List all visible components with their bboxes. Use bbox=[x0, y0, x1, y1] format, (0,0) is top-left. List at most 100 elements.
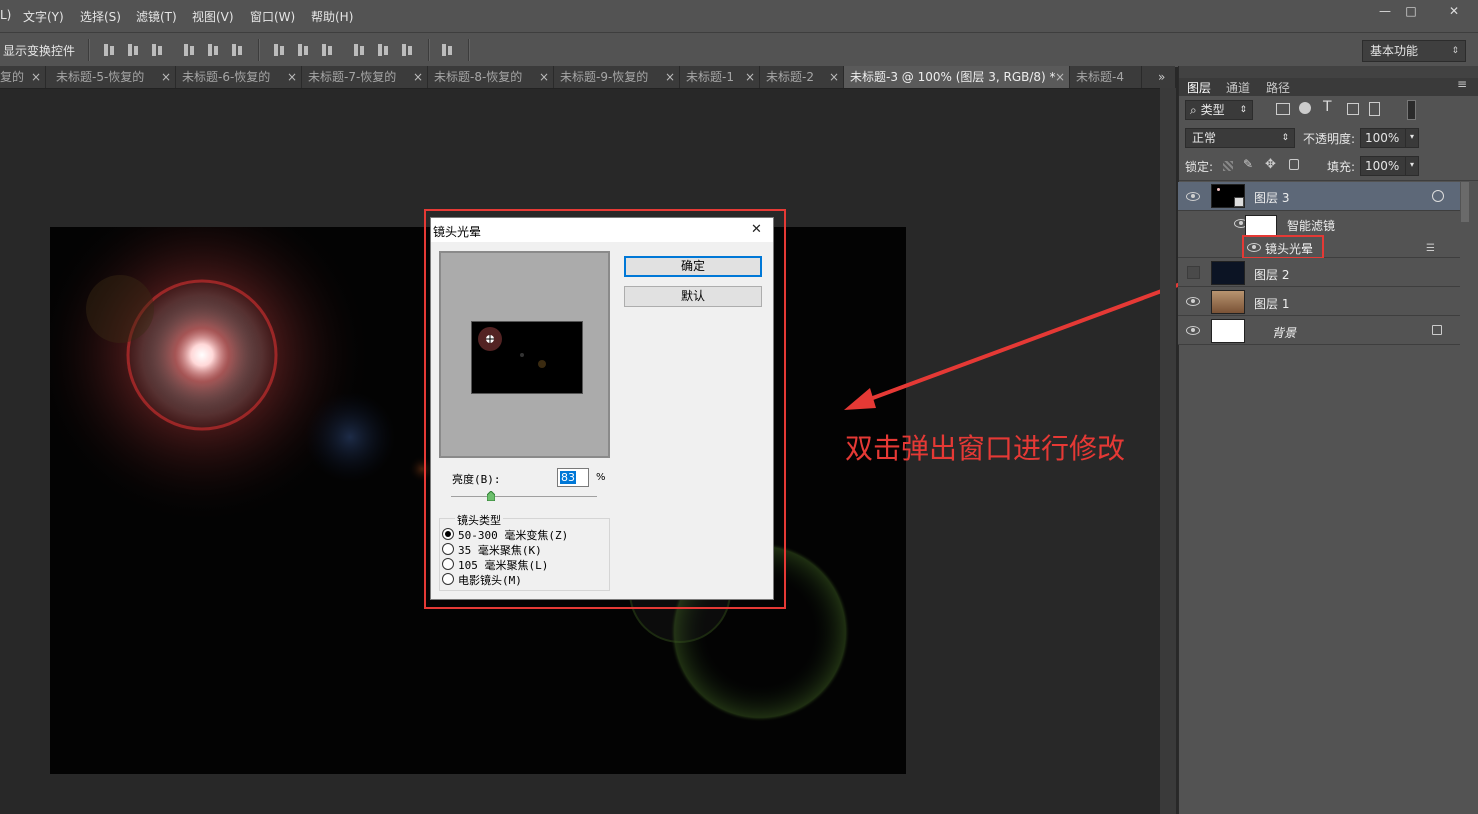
tab-close-icon[interactable]: × bbox=[1055, 66, 1065, 88]
minimize-button[interactable]: — bbox=[1372, 2, 1398, 20]
ok-button[interactable]: 确定 bbox=[624, 256, 762, 277]
tab-layers[interactable]: 图层 bbox=[1187, 79, 1211, 96]
show-transform-controls-label[interactable]: 显示变换控件 bbox=[3, 42, 75, 59]
smart-filters-row[interactable]: 智能滤镜 bbox=[1178, 211, 1460, 237]
lens-option-105-label[interactable]: 105 毫米聚焦(L) bbox=[458, 557, 548, 573]
menu-item-text[interactable]: 文字(Y) bbox=[23, 8, 64, 25]
tab-doc[interactable]: 未标题-2 × bbox=[760, 66, 844, 88]
lock-pixels-icon[interactable]: ✎ bbox=[1243, 157, 1253, 171]
tab-close-icon[interactable]: × bbox=[829, 66, 839, 88]
lock-transparent-icon[interactable] bbox=[1223, 161, 1233, 171]
brightness-input[interactable]: 83 bbox=[557, 468, 589, 487]
close-icon[interactable]: ✕ bbox=[751, 222, 762, 237]
align-bottom-icon[interactable] bbox=[150, 43, 164, 57]
layer-name[interactable]: 图层 2 bbox=[1254, 266, 1289, 283]
tab-doc[interactable]: 未标题-9-恢复的 × bbox=[554, 66, 680, 88]
menu-item-window[interactable]: 窗口(W) bbox=[250, 8, 295, 25]
tab-close-icon[interactable]: × bbox=[413, 66, 423, 88]
menu-item-select[interactable]: 选择(S) bbox=[80, 8, 121, 25]
lens-flare-filter-name[interactable]: 镜头光晕 bbox=[1265, 240, 1313, 257]
layer-name[interactable]: 图层 1 bbox=[1254, 295, 1289, 312]
blending-options-icon[interactable]: ☰ bbox=[1426, 243, 1435, 254]
layer-name[interactable]: 图层 3 bbox=[1254, 189, 1289, 206]
preview-thumbnail[interactable] bbox=[471, 321, 583, 394]
lock-all-icon[interactable] bbox=[1289, 159, 1299, 170]
default-button[interactable]: 默认 bbox=[624, 286, 762, 307]
brightness-slider-track[interactable] bbox=[451, 496, 597, 497]
brightness-slider-thumb[interactable] bbox=[486, 490, 496, 502]
tab-doc[interactable]: 未标题-4 bbox=[1070, 66, 1142, 88]
tab-close-icon[interactable]: × bbox=[745, 66, 755, 88]
distribute-hcenter-icon[interactable] bbox=[376, 43, 390, 57]
menu-item-view[interactable]: 视图(V) bbox=[192, 8, 234, 25]
filter-kind-select[interactable]: ⌕ 类型 ⇕ bbox=[1185, 100, 1253, 120]
smart-object-filter-icon[interactable] bbox=[1369, 102, 1380, 116]
tab-doc-active[interactable]: 未标题-3 @ 100% (图层 3, RGB/8) * × bbox=[844, 66, 1070, 88]
adjustment-filter-icon[interactable] bbox=[1299, 102, 1311, 114]
fill-dropdown-icon[interactable]: ▾ bbox=[1405, 156, 1419, 176]
tab-doc[interactable]: 未标题-5-恢复的 × bbox=[50, 66, 176, 88]
lock-position-icon[interactable]: ✥ bbox=[1265, 157, 1276, 172]
lens-option-35-label[interactable]: 35 毫米聚焦(K) bbox=[458, 542, 542, 558]
visibility-empty-box[interactable] bbox=[1187, 266, 1200, 279]
blend-mode-select[interactable]: 正常 ⇕ bbox=[1185, 128, 1295, 148]
workspace-select[interactable]: 基本功能 ⇕ bbox=[1362, 40, 1466, 62]
layer-row-layer2[interactable]: 图层 2 bbox=[1178, 258, 1460, 287]
auto-align-icon[interactable] bbox=[440, 43, 454, 57]
align-right-icon[interactable] bbox=[230, 43, 244, 57]
layers-scrollbar-thumb[interactable] bbox=[1461, 182, 1469, 222]
lens-option-movie-radio[interactable] bbox=[442, 573, 454, 585]
layer-row-layer1[interactable]: 图层 1 bbox=[1178, 287, 1460, 316]
layer-row-layer3[interactable]: 图层 3 bbox=[1178, 182, 1460, 211]
visibility-eye-icon[interactable] bbox=[1247, 243, 1261, 252]
visibility-eye-icon[interactable] bbox=[1186, 297, 1200, 306]
close-window-button[interactable]: ✕ bbox=[1434, 2, 1474, 20]
align-left-icon[interactable] bbox=[182, 43, 196, 57]
visibility-eye-icon[interactable] bbox=[1186, 192, 1200, 201]
distribute-right-icon[interactable] bbox=[400, 43, 414, 57]
tab-doc[interactable]: 未标题-1 × bbox=[680, 66, 760, 88]
align-top-icon[interactable] bbox=[102, 43, 116, 57]
pixel-filter-icon[interactable] bbox=[1276, 103, 1290, 115]
filter-mask-thumbnail[interactable] bbox=[1245, 215, 1277, 236]
align-hcenter-icon[interactable] bbox=[206, 43, 220, 57]
distribute-vcenter-icon[interactable] bbox=[296, 43, 310, 57]
lens-option-50-300-radio[interactable] bbox=[442, 528, 454, 540]
layer-name[interactable]: 背景 bbox=[1272, 324, 1296, 341]
lens-option-movie-label[interactable]: 电影镜头(M) bbox=[458, 572, 522, 588]
fill-input[interactable]: 100% bbox=[1360, 156, 1406, 176]
menu-item-filter[interactable]: 滤镜(T) bbox=[136, 8, 177, 25]
align-vcenter-icon[interactable] bbox=[126, 43, 140, 57]
distribute-left-icon[interactable] bbox=[352, 43, 366, 57]
tab-doc[interactable]: 未标题-7-恢复的 × bbox=[302, 66, 428, 88]
shape-filter-icon[interactable] bbox=[1347, 103, 1359, 115]
tab-doc[interactable]: 未标题-6-恢复的 × bbox=[176, 66, 302, 88]
tab-paths[interactable]: 路径 bbox=[1266, 79, 1290, 96]
distribute-bottom-icon[interactable] bbox=[320, 43, 334, 57]
tab-channels[interactable]: 通道 bbox=[1226, 79, 1250, 96]
filter-toggle-switch[interactable] bbox=[1407, 100, 1416, 120]
tab-close-icon[interactable]: × bbox=[31, 66, 41, 88]
tab-close-icon[interactable]: × bbox=[287, 66, 297, 88]
lens-option-105-radio[interactable] bbox=[442, 558, 454, 570]
lens-option-50-300-label[interactable]: 50-300 毫米变焦(Z) bbox=[458, 527, 568, 543]
panel-menu-icon[interactable]: ≡ bbox=[1457, 77, 1467, 91]
tab-close-icon[interactable]: × bbox=[161, 66, 171, 88]
lens-option-35-radio[interactable] bbox=[442, 543, 454, 555]
tab-doc[interactable]: 复的 × bbox=[0, 66, 46, 88]
tab-overflow-icon[interactable]: » bbox=[1158, 66, 1165, 88]
distribute-top-icon[interactable] bbox=[272, 43, 286, 57]
smart-filter-indicator-icon[interactable] bbox=[1432, 190, 1444, 202]
layer-row-background[interactable]: 背景 bbox=[1178, 316, 1460, 345]
type-filter-icon[interactable]: T bbox=[1323, 99, 1332, 115]
canvas-scrollbar[interactable] bbox=[1160, 88, 1176, 814]
menu-item-type-partial[interactable]: L) bbox=[0, 8, 11, 22]
menu-item-help[interactable]: 帮助(H) bbox=[311, 8, 353, 25]
tab-close-icon[interactable]: × bbox=[539, 66, 549, 88]
opacity-dropdown-icon[interactable]: ▾ bbox=[1405, 128, 1419, 148]
visibility-eye-icon[interactable] bbox=[1186, 326, 1200, 335]
tab-close-icon[interactable]: × bbox=[665, 66, 675, 88]
tab-doc[interactable]: 未标题-8-恢复的 × bbox=[428, 66, 554, 88]
opacity-input[interactable]: 100% bbox=[1360, 128, 1406, 148]
maximize-button[interactable]: □ bbox=[1398, 2, 1424, 20]
